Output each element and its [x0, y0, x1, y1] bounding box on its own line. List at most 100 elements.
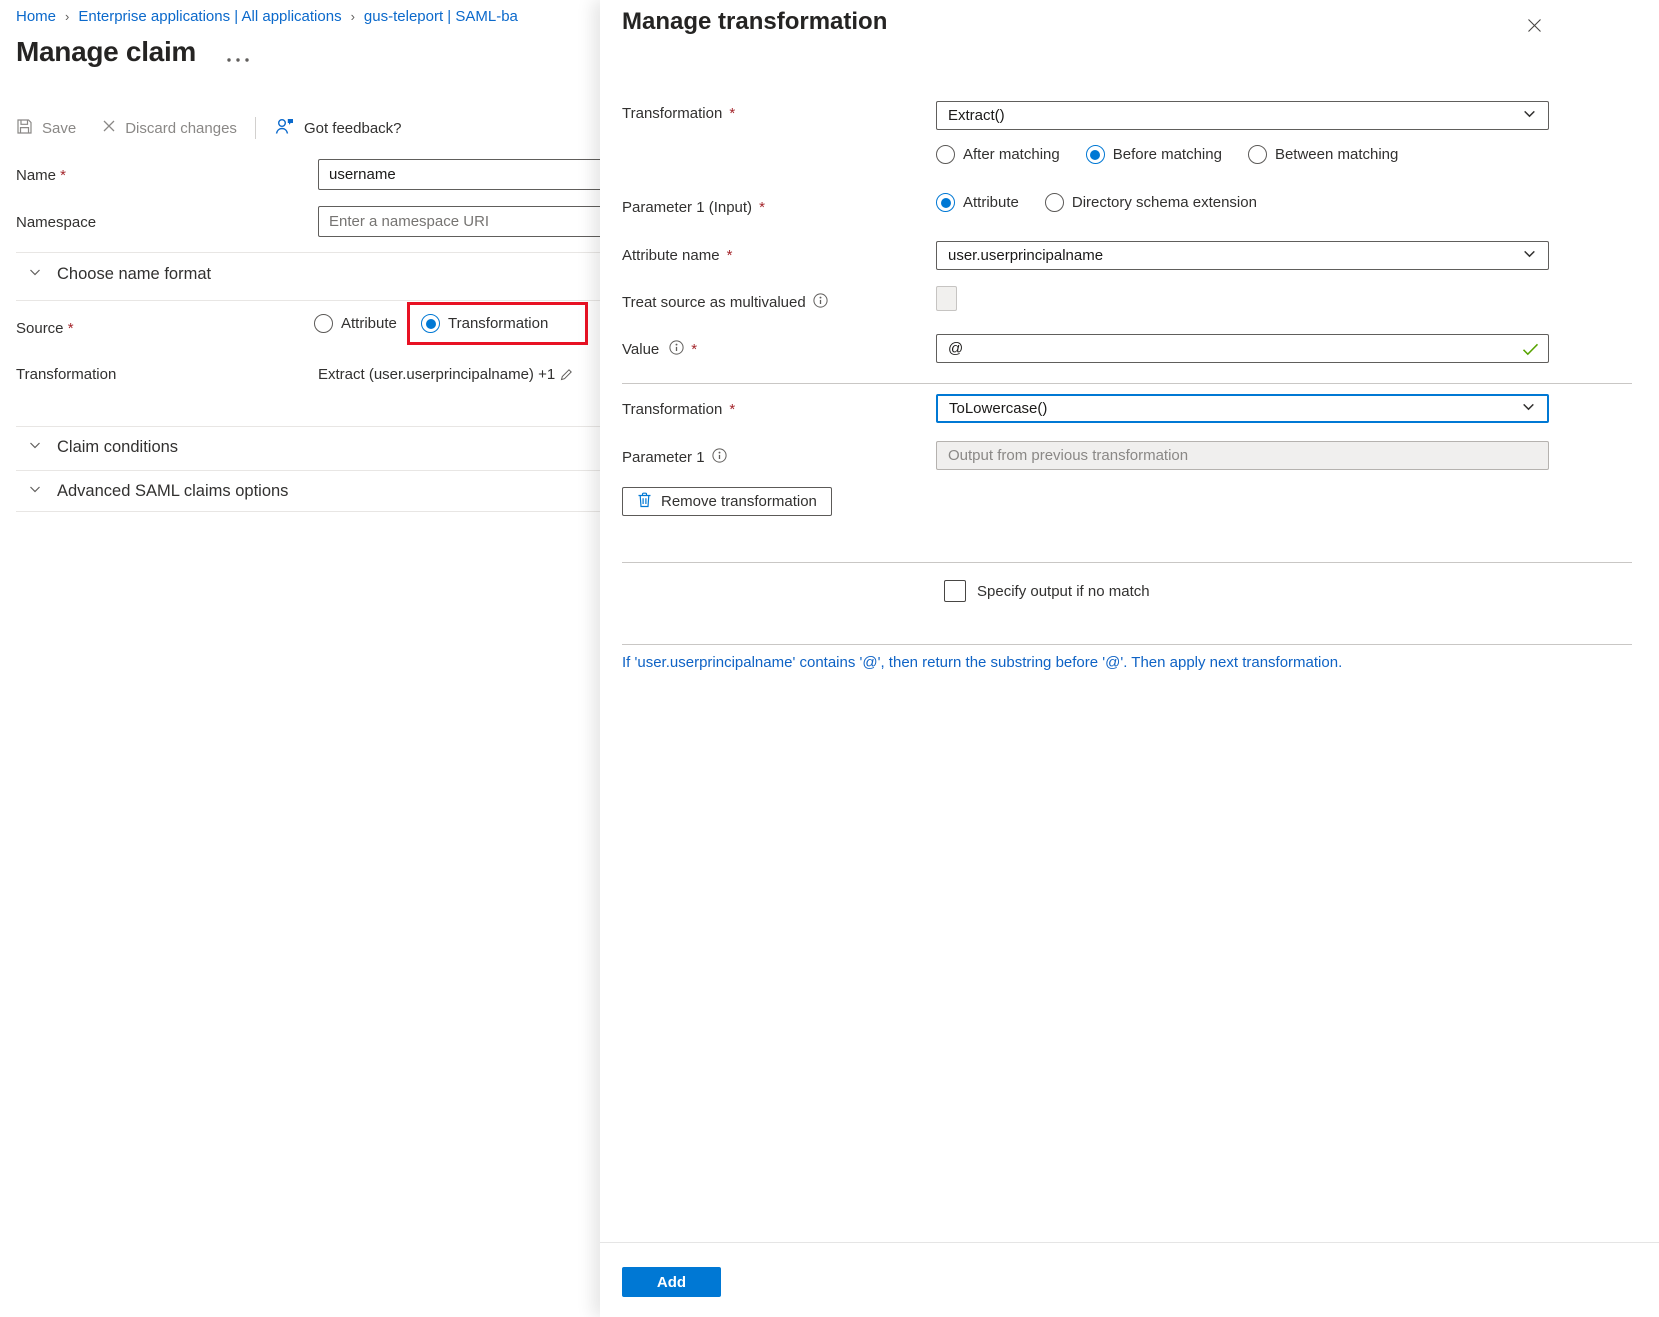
parameter-1-input-label: Parameter 1 (Input) — [622, 199, 765, 216]
close-panel-button[interactable] — [1522, 13, 1546, 37]
trash-icon — [637, 492, 652, 512]
divider — [16, 300, 600, 301]
close-icon — [1527, 18, 1542, 33]
save-icon — [16, 118, 33, 139]
claim-conditions-section[interactable]: Claim conditions — [28, 438, 178, 457]
parameter-1-input-radio-group: Attribute Directory schema extension — [936, 193, 1257, 212]
remove-transformation-button[interactable]: Remove transformation — [622, 487, 832, 516]
radio-icon — [1248, 145, 1267, 164]
attribute-name-label: Attribute name — [622, 247, 732, 264]
radio-selected-icon — [936, 193, 955, 212]
radio-label: Attribute — [341, 315, 397, 332]
edit-transformation-icon[interactable] — [560, 368, 573, 386]
chevron-down-icon — [1521, 399, 1536, 418]
checkbox-icon — [944, 580, 966, 602]
advanced-saml-options-section[interactable]: Advanced SAML claims options — [28, 482, 288, 501]
radio-before-matching[interactable]: Before matching — [1086, 145, 1222, 164]
save-button[interactable]: Save — [16, 118, 76, 139]
chevron-right-icon: › — [65, 9, 69, 24]
parameter-1-input — [936, 441, 1549, 470]
transformation-2-label: Transformation — [622, 401, 735, 418]
more-options-button[interactable] — [226, 52, 256, 68]
info-icon[interactable] — [712, 448, 727, 467]
feedback-label: Got feedback? — [304, 120, 402, 137]
chevron-right-icon: › — [351, 9, 355, 24]
feedback-person-icon — [274, 117, 295, 139]
radio-label: Transformation — [448, 315, 548, 332]
parameter-1-label: Parameter 1 — [622, 448, 727, 467]
discard-label: Discard changes — [125, 120, 237, 137]
button-label: Remove transformation — [661, 493, 817, 510]
dropdown-value: user.userprincipalname — [948, 247, 1103, 264]
namespace-input[interactable] — [318, 206, 600, 237]
transformation-summary-value: Extract (user.userprincipalname) +1 — [318, 366, 555, 383]
got-feedback-button[interactable]: Got feedback? — [274, 117, 402, 139]
chevron-down-icon — [28, 482, 42, 501]
name-label: Name — [16, 167, 66, 184]
value-label: Value — [622, 340, 697, 359]
section-label: Choose name format — [57, 265, 211, 284]
divider — [622, 562, 1632, 563]
footer-divider — [600, 1242, 1659, 1243]
divider — [622, 383, 1632, 384]
radio-label: Directory schema extension — [1072, 194, 1257, 211]
source-radio-transformation[interactable]: Transformation — [421, 314, 548, 333]
attribute-name-dropdown[interactable]: user.userprincipalname — [936, 241, 1549, 270]
add-button[interactable]: Add — [622, 1267, 721, 1297]
radio-directory-schema-extension[interactable]: Directory schema extension — [1045, 193, 1257, 212]
toolbar-divider — [255, 117, 256, 139]
page-title: Manage claim — [16, 36, 196, 68]
red-highlight-box: Transformation — [407, 302, 588, 345]
source-label: Source — [16, 320, 74, 337]
radio-label: Before matching — [1113, 146, 1222, 163]
radio-label: After matching — [963, 146, 1060, 163]
chevron-down-icon — [1522, 246, 1537, 265]
radio-label: Between matching — [1275, 146, 1398, 163]
namespace-label: Namespace — [16, 214, 96, 231]
transformation-summary-text: If 'user.userprincipalname' contains '@'… — [622, 654, 1342, 671]
value-field-wrap — [936, 334, 1549, 363]
manage-claim-page: Home › Enterprise applications | All appli… — [0, 0, 600, 1317]
dropdown-value: Extract() — [948, 107, 1005, 124]
radio-icon — [1045, 193, 1064, 212]
source-radio-attribute[interactable]: Attribute — [314, 314, 397, 333]
name-input[interactable] — [318, 159, 600, 190]
match-mode-radio-group: After matching Before matching Between m… — [936, 145, 1398, 164]
breadcrumb-app[interactable]: gus-teleport | SAML-ba — [364, 8, 518, 25]
x-icon — [102, 119, 116, 137]
radio-selected-icon — [1086, 145, 1105, 164]
radio-between-matching[interactable]: Between matching — [1248, 145, 1398, 164]
label-text: Value — [622, 341, 659, 358]
save-label: Save — [42, 120, 76, 137]
breadcrumb-home[interactable]: Home — [16, 8, 56, 25]
transformation-1-label: Transformation — [622, 105, 735, 122]
radio-icon — [314, 314, 333, 333]
checkbox-label: Specify output if no match — [977, 583, 1150, 600]
divider — [16, 470, 600, 471]
breadcrumb-enterprise-apps[interactable]: Enterprise applications | All applicatio… — [78, 8, 341, 25]
info-icon[interactable] — [669, 340, 684, 359]
breadcrumb: Home › Enterprise applications | All appli… — [16, 8, 518, 25]
multivalued-checkbox[interactable] — [936, 286, 957, 311]
info-icon[interactable] — [813, 293, 828, 312]
radio-icon — [936, 145, 955, 164]
value-input[interactable] — [936, 334, 1549, 363]
section-label: Advanced SAML claims options — [57, 482, 288, 501]
choose-name-format-section[interactable]: Choose name format — [28, 265, 211, 284]
divider — [16, 252, 600, 253]
label-text: Treat source as multivalued — [622, 294, 806, 311]
radio-label: Attribute — [963, 194, 1019, 211]
transformation-1-dropdown[interactable]: Extract() — [936, 101, 1549, 130]
radio-after-matching[interactable]: After matching — [936, 145, 1060, 164]
label-text: Parameter 1 — [622, 449, 705, 466]
radio-attribute[interactable]: Attribute — [936, 193, 1019, 212]
transformation-2-dropdown[interactable]: ToLowercase() — [936, 394, 1549, 423]
chevron-down-icon — [28, 438, 42, 457]
chevron-down-icon — [28, 265, 42, 284]
divider — [622, 644, 1632, 645]
valid-check-icon — [1522, 343, 1539, 361]
dropdown-value: ToLowercase() — [949, 400, 1047, 417]
radio-selected-icon — [421, 314, 440, 333]
discard-changes-button[interactable]: Discard changes — [102, 119, 237, 137]
specify-output-checkbox-row[interactable]: Specify output if no match — [944, 580, 1150, 602]
